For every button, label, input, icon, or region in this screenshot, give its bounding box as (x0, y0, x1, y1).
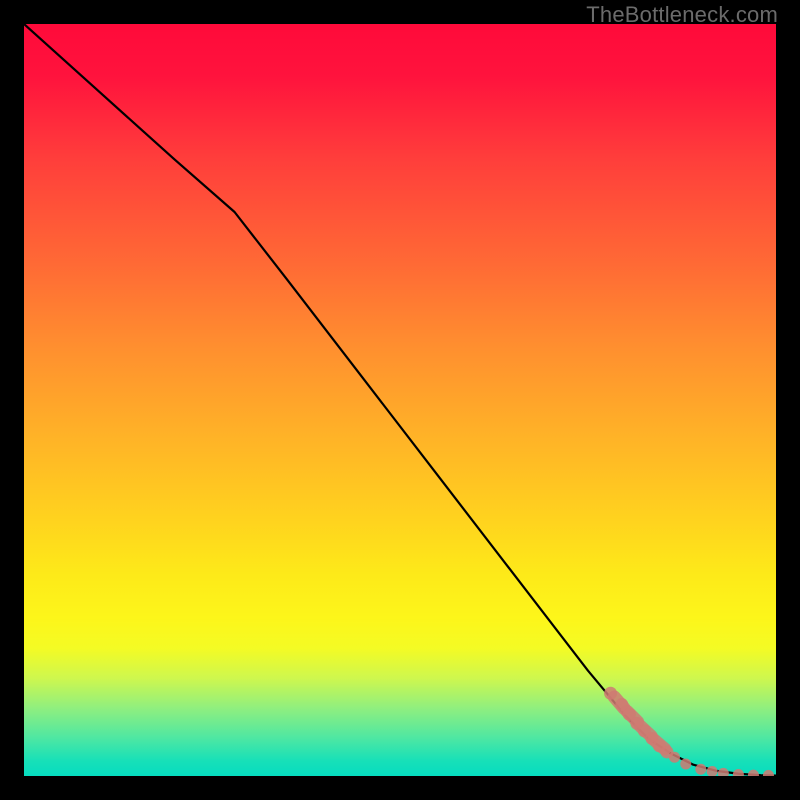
curve-line (24, 24, 776, 776)
chart-frame: TheBottleneck.com (0, 0, 800, 800)
watermark-text: TheBottleneck.com (586, 2, 778, 28)
data-point (604, 687, 617, 700)
data-point (707, 766, 718, 776)
data-point (763, 770, 774, 776)
data-points (604, 687, 774, 776)
data-point (680, 758, 691, 769)
data-point (718, 768, 729, 776)
data-point (748, 770, 759, 776)
data-point (669, 752, 680, 763)
data-point (695, 764, 706, 775)
data-point (733, 769, 744, 776)
chart-overlay (24, 24, 776, 776)
